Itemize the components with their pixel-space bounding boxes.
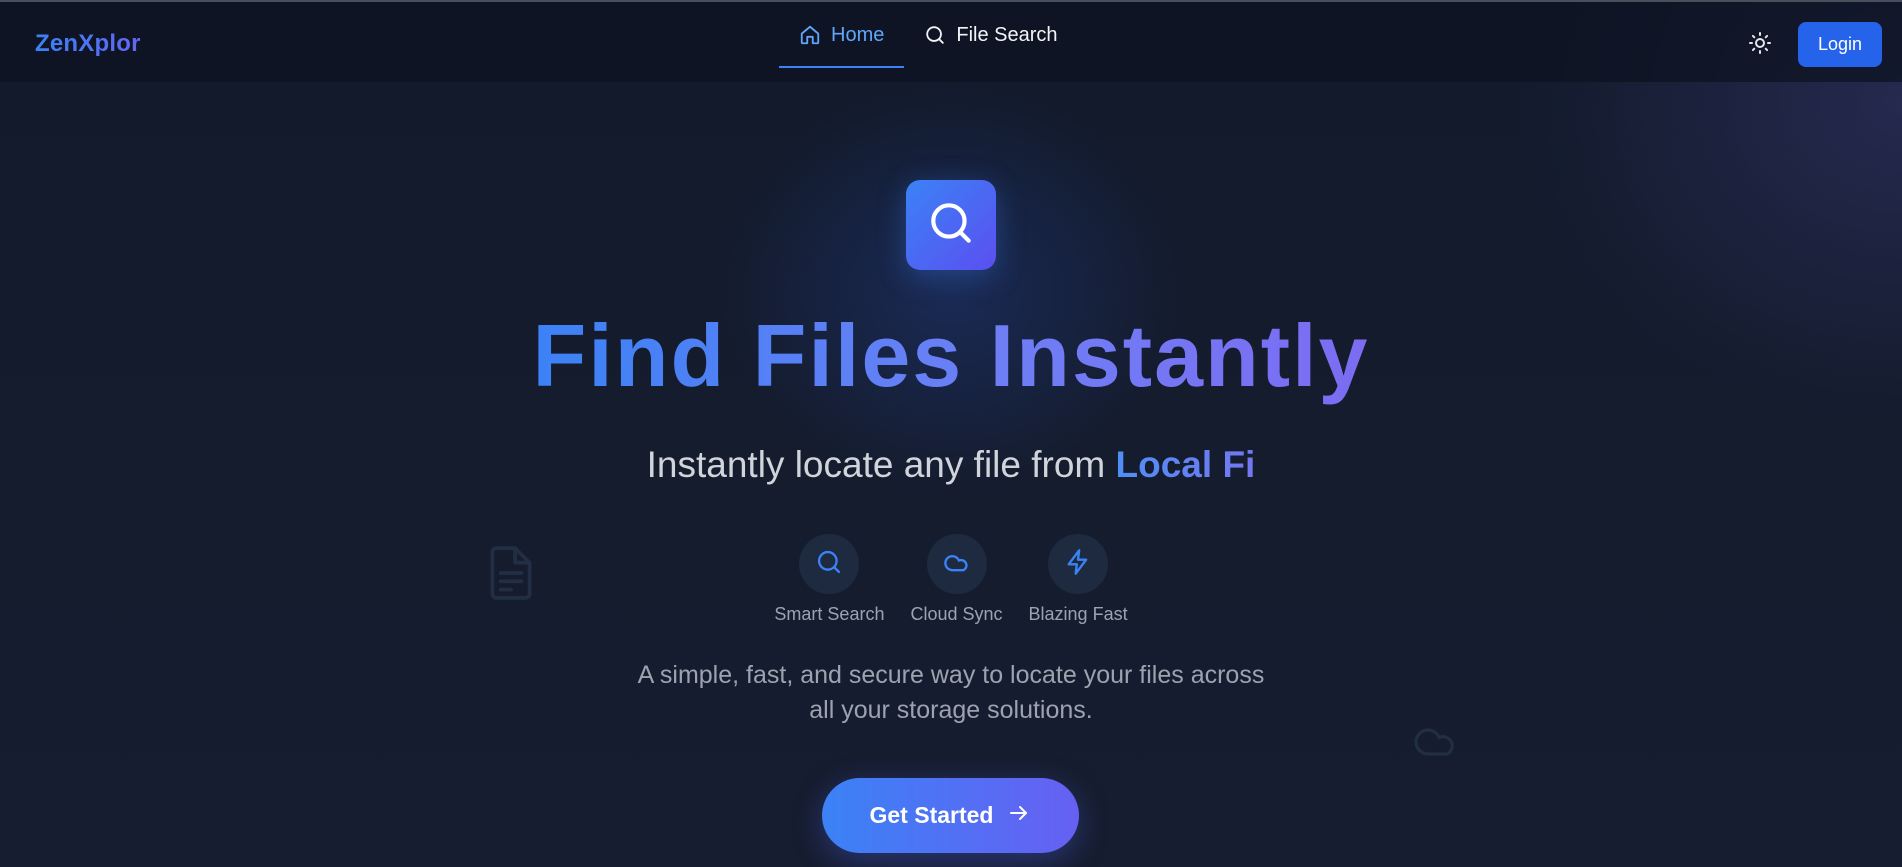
get-started-label: Get Started [869,802,994,828]
subtitle-prefix: Instantly locate any file from [646,444,1116,485]
subtitle-typed-highlight: Local Fi [1115,444,1256,485]
get-started-button[interactable]: Get Started [822,778,1079,853]
hero-description: A simple, fast, and secure way to locate… [0,658,1902,728]
hero-search-badge [906,180,996,270]
page-background [0,0,1902,867]
search-icon [926,198,976,253]
description-line-1: A simple, fast, and secure way to locate… [637,661,1265,689]
top-navbar: ZenXplor Home File Search Login [0,2,1902,82]
hero-title: Find Files Instantly [0,306,1902,405]
search-icon [815,548,843,581]
feature-list: Smart Search Cloud Sync Blazing Fast [0,534,1902,625]
feature-icon-circle [799,534,860,594]
feature-cloud-sync: Cloud Sync [910,534,1003,625]
search-icon [924,24,946,46]
feature-label: Cloud Sync [910,604,1003,624]
login-button[interactable]: Login [1798,22,1882,67]
theme-toggle-button[interactable] [1746,31,1774,59]
app-logo[interactable]: ZenXplor [35,30,141,58]
cloud-icon [943,548,971,581]
feature-icon-circle [926,534,987,594]
cloud-icon [1412,722,1460,763]
hero-subtitle: Instantly locate any file from Local Fi [0,444,1902,486]
nav-item-file-search[interactable]: File Search [904,2,1077,68]
arrow-right-icon [1007,801,1031,831]
nav-item-label: Home [831,23,885,46]
lightning-icon [1064,548,1092,581]
main-nav: Home File Search [779,2,1078,68]
home-icon [799,24,821,46]
sun-icon [1748,31,1772,60]
feature-label: Blazing Fast [1028,604,1128,624]
nav-item-label: File Search [956,23,1058,46]
feature-label: Smart Search [774,604,885,624]
feature-icon-circle [1048,534,1109,594]
nav-item-home[interactable]: Home [779,2,905,68]
hero-title-text: Find Files Instantly [532,306,1370,405]
description-line-2: all your storage solutions. [809,696,1093,724]
feature-blazing-fast: Blazing Fast [1029,534,1128,625]
feature-smart-search: Smart Search [774,534,884,625]
